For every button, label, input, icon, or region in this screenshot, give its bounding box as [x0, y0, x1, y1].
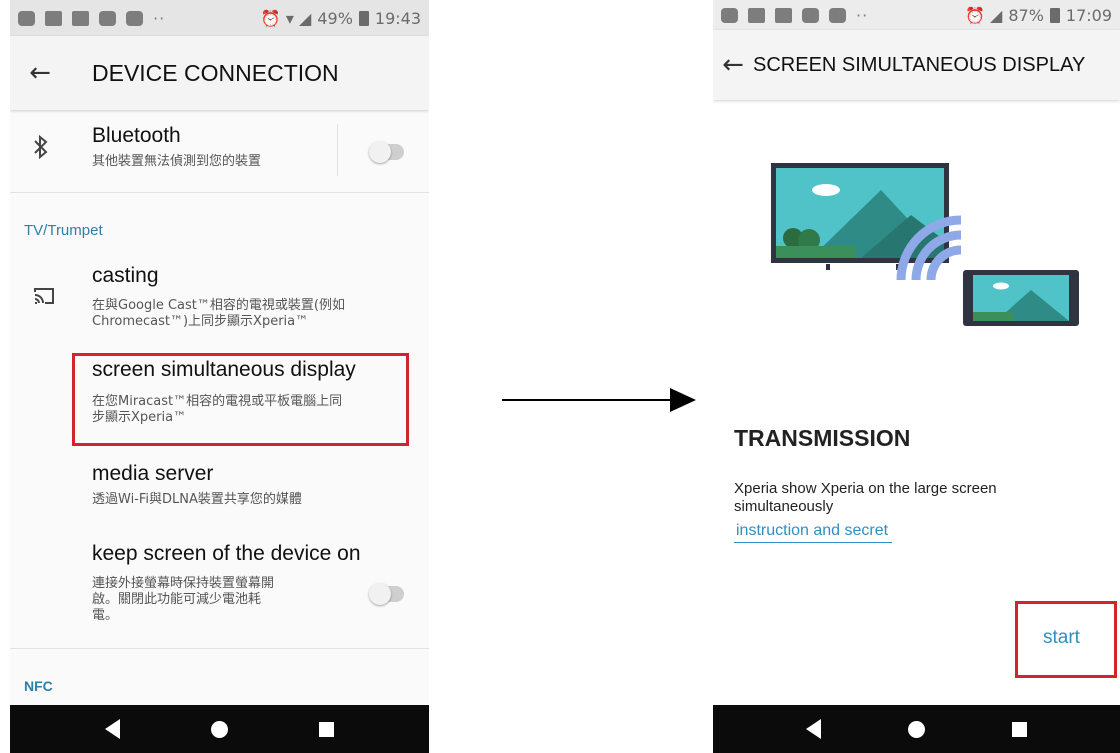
game-icon — [126, 10, 143, 26]
tv-to-phone-cast-illustration — [771, 160, 1091, 335]
navigation-bar — [10, 705, 429, 753]
app-bar: ← SCREEN SIMULTANEOUS DISPLAY — [713, 30, 1120, 100]
keep-screen-subtitle-line2: 啟。關閉此功能可減少電池耗 — [92, 592, 262, 607]
keep-screen-on-row[interactable]: keep screen of the device on 連接外接螢幕時保持裝置… — [10, 540, 429, 646]
chat-icon — [721, 7, 738, 23]
alarm-wifi-signal-icons: ⏰ ▾ ◢ — [260, 8, 312, 28]
keep-screen-subtitle-line3: 電。 — [92, 608, 119, 623]
transmission-description: Xperia show Xperia on the large screen s… — [734, 480, 997, 515]
media-server-title: media server — [92, 462, 214, 485]
nav-back-icon[interactable] — [806, 719, 822, 739]
bluetooth-subtitle: 其他裝置無法偵測到您的裝置 — [92, 154, 262, 169]
line-app-icon — [18, 10, 35, 26]
game-icon — [829, 7, 846, 23]
nav-home-icon[interactable] — [907, 720, 925, 738]
transmission-heading: TRANSMISSION — [734, 425, 911, 451]
row-divider — [337, 124, 338, 176]
app-bar: ← DEVICE CONNECTION — [10, 36, 429, 110]
status-bar: ·· ⏰ ▾ ◢ 49% 19:43 — [10, 0, 429, 36]
section-header-tv: TV/Trumpet — [24, 222, 103, 239]
page-title: SCREEN SIMULTANEOUS DISPLAY — [753, 53, 1086, 76]
battery-icon — [358, 10, 369, 26]
casting-title: casting — [92, 264, 159, 287]
casting-subtitle-line2: Chromecast™)上同步顯示Xperia™ — [92, 314, 309, 329]
cast-icon — [32, 286, 56, 312]
line-app-icon — [802, 7, 819, 23]
more-notifications-icon: ·· — [856, 5, 869, 25]
flow-arrow-line — [502, 399, 674, 401]
mail-icon — [775, 7, 792, 23]
clock: 19:43 — [374, 8, 421, 28]
nav-home-icon[interactable] — [210, 720, 228, 738]
section-header-nfc: NFC — [24, 678, 53, 694]
bluetooth-title: Bluetooth — [92, 124, 181, 147]
battery-percentage: 87% — [1008, 5, 1044, 25]
news-icon — [45, 10, 62, 26]
battery-icon — [1049, 7, 1060, 23]
bluetooth-icon — [32, 134, 50, 166]
chat-icon — [99, 10, 116, 26]
alarm-wifi-signal-icons: ⏰ ◢ — [965, 5, 1003, 25]
mail-icon — [72, 10, 89, 26]
news-icon — [748, 7, 765, 23]
divider — [10, 192, 429, 193]
nav-back-icon[interactable] — [105, 719, 121, 739]
bluetooth-setting-row[interactable]: Bluetooth 其他裝置無法偵測到您的裝置 — [10, 110, 429, 192]
right-phone-screen: ·· ⏰ ◢ 87% 17:09 ← SCREEN SIMULTANEOUS D… — [713, 0, 1120, 753]
nav-recent-apps-icon[interactable] — [1011, 721, 1027, 737]
page-title: DEVICE CONNECTION — [92, 59, 339, 86]
instruction-link[interactable]: instruction and secret — [734, 522, 893, 543]
notification-icons: ·· — [721, 6, 868, 25]
navigation-bar — [713, 705, 1120, 753]
divider — [10, 648, 429, 649]
keep-screen-subtitle-line1: 連接外接螢幕時保持裝置螢幕開 — [92, 576, 275, 591]
keep-screen-toggle[interactable] — [369, 583, 404, 605]
media-server-row[interactable]: media server 透過Wi-Fi與DLNA裝置共享您的媒體 — [10, 458, 429, 524]
keep-screen-title: keep screen of the device on — [92, 542, 361, 565]
more-notifications-icon: ·· — [153, 8, 166, 28]
left-phone-screen: ·· ⏰ ▾ ◢ 49% 19:43 ← DEVICE CONNECTION B… — [10, 0, 429, 753]
arrow-back-icon[interactable]: ← — [713, 50, 753, 80]
highlight-box — [72, 353, 409, 446]
casting-setting-row[interactable]: casting 在與Google Cast™相容的電視或裝置(例如 Chrome… — [10, 258, 429, 344]
arrow-back-icon[interactable]: ← — [10, 58, 70, 88]
status-bar: ·· ⏰ ◢ 87% 17:09 — [713, 0, 1120, 30]
start-button[interactable]: start — [1043, 627, 1080, 649]
clock: 17:09 — [1065, 5, 1112, 25]
battery-percentage: 49% — [317, 8, 353, 28]
notification-icons: ·· — [18, 9, 165, 28]
casting-subtitle-line1: 在與Google Cast™相容的電視或裝置(例如 — [92, 298, 345, 313]
nav-recent-apps-icon[interactable] — [318, 721, 334, 737]
media-server-subtitle: 透過Wi-Fi與DLNA裝置共享您的媒體 — [92, 492, 302, 507]
flow-arrow-head-icon — [670, 388, 696, 412]
bluetooth-toggle[interactable] — [369, 141, 404, 163]
